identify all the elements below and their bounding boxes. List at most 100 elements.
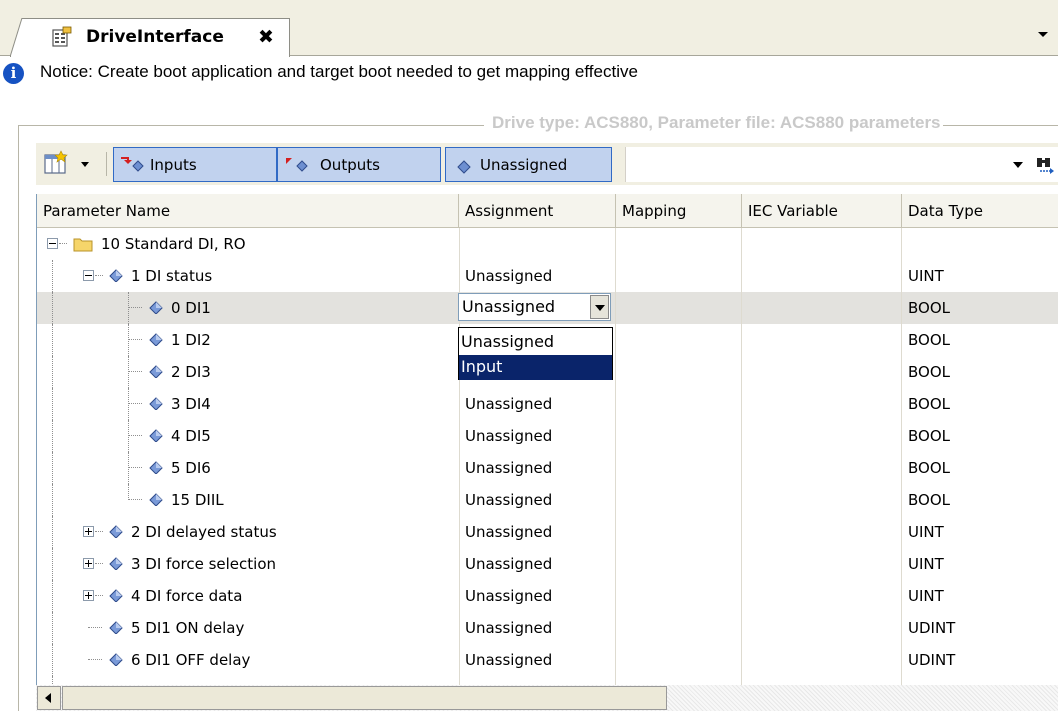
assignment-cell[interactable]: Unassigned [459,420,616,452]
parameter-name-cell: 4 DI force data [37,580,459,612]
data-type-cell: UINT [908,523,944,541]
parameter-name-label: 2 DI delayed status [131,523,277,541]
iec-variable-cell[interactable] [742,292,902,324]
tree-connector [59,243,67,244]
assignment-cell[interactable]: Unassigned [459,580,616,612]
table-row[interactable]: 2 DI delayed status Unassigned UINT [37,516,1058,548]
tab-title: DriveInterface [86,27,224,47]
tab-list-dropdown-icon[interactable] [1036,27,1050,41]
expand-icon[interactable] [83,590,94,601]
assignment-cell[interactable]: Unassigned [459,516,616,548]
data-type-cell: UDINT [902,676,1058,685]
parameter-icon [149,333,163,346]
table-row[interactable]: 3 DI force selection Unassigned UINT [37,548,1058,580]
table-row[interactable]: 15 DIIL Unassigned BOOL [37,484,1058,516]
outputs-filter-button[interactable]: Outputs [277,147,441,182]
scroll-left-button[interactable] [37,686,61,710]
table-row[interactable]: 7 DI2 ON delayUnassigned UDINT [37,676,1058,685]
column-header-assignment[interactable]: Assignment [459,194,616,228]
collapse-icon[interactable] [83,270,94,281]
iec-variable-cell[interactable] [742,356,902,388]
unassigned-filter-button[interactable]: Unassigned [445,147,612,182]
assignment-cell[interactable]: Unassigned [459,452,616,484]
collapse-icon[interactable] [47,238,58,249]
table-row[interactable]: 1 DI status Unassigned UINT [37,260,1058,292]
parameter-name-cell: 3 DI4 [37,388,459,420]
binoculars-icon[interactable] [1034,153,1056,175]
parameter-icon [109,269,123,282]
assignment-cell[interactable]: Unassigned [459,484,616,516]
column-chooser-icon[interactable] [41,149,101,179]
tree-guide [52,516,53,548]
dropdown-option-unassigned[interactable]: Unassigned [459,330,612,355]
parameter-name-cell: 15 DIIL [37,484,459,516]
column-header-data-type[interactable]: Data Type [902,194,1058,228]
parameter-icon [457,160,471,174]
assignment-cell[interactable]: Unassigned [459,388,616,420]
parameter-name-cell: 1 DI2 [37,324,459,356]
iec-variable-cell[interactable] [742,260,902,292]
iec-variable-cell[interactable] [742,388,902,420]
notice-text: Notice: Create boot application and targ… [40,62,638,81]
assignment-cell[interactable]: Unassigned [459,260,616,292]
tree-guide [128,388,129,420]
expand-icon[interactable] [83,526,94,537]
drive-type-caption: Drive type: ACS880, Parameter file: ACS8… [484,113,943,133]
assignment-cell[interactable]: Unassigned [459,644,616,676]
parameter-icon [149,365,163,378]
assignment-cell[interactable]: Unassigned [459,676,616,685]
inputs-filter-label: Inputs [150,156,197,174]
tree-guide [52,324,53,356]
search-history-dropdown-icon[interactable] [1013,161,1023,169]
table-row[interactable]: 4 DI force data Unassigned UINT [37,580,1058,612]
filter-search-input[interactable] [625,147,1058,182]
iec-variable-cell[interactable] [742,548,902,580]
data-type-cell [902,228,1058,260]
expand-icon[interactable] [83,558,94,569]
iec-variable-cell[interactable] [742,324,902,356]
inputs-filter-button[interactable]: Inputs [113,147,277,182]
iec-variable-cell[interactable] [742,516,902,548]
close-icon[interactable]: ✖ [258,25,274,49]
column-header-mapping[interactable]: Mapping [616,194,742,228]
tree-connector [128,467,142,468]
assignment-cell[interactable]: Unassigned [459,548,616,580]
iec-variable-cell[interactable] [742,484,902,516]
data-type-cell: UDINT [908,619,956,637]
data-type-cell: BOOL [908,363,950,381]
group-border-left [18,125,19,711]
table-row[interactable]: 6 DI1 OFF delay Unassigned UDINT [37,644,1058,676]
tree-guide [128,420,129,452]
scrollbar-thumb[interactable] [62,686,667,710]
dropdown-option-input[interactable]: Input [459,355,612,380]
table-row[interactable]: 10 Standard DI, RO [37,228,1058,260]
column-header-iec-variable[interactable]: IEC Variable [742,194,902,228]
parameter-name-label: 5 DI1 ON delay [131,619,245,637]
assignment-cell[interactable]: Unassigned [459,612,616,644]
table-row[interactable]: 4 DI5 Unassigned BOOL [37,420,1058,452]
table-row[interactable]: 3 DI4 Unassigned BOOL [37,388,1058,420]
mapping-cell [616,612,742,644]
tree-guide [128,484,129,500]
column-header-parameter-name[interactable]: Parameter Name [37,194,459,228]
iec-variable-cell[interactable] [742,612,902,644]
table-row[interactable]: 5 DI6 Unassigned BOOL [37,452,1058,484]
parameter-name-cell: 3 DI force selection [37,548,459,580]
mapping-cell [616,420,742,452]
iec-variable-cell[interactable] [742,676,902,685]
assignment-cell[interactable] [459,228,616,260]
iec-variable-cell[interactable] [742,420,902,452]
tree-connector [95,275,103,276]
iec-variable-cell[interactable] [742,580,902,612]
parameter-name-cell: 5 DI1 ON delay [37,612,459,644]
iec-variable-cell[interactable] [742,228,902,260]
mapping-cell [616,548,742,580]
tree-connector [128,339,142,340]
combobox-dropdown-button[interactable] [590,295,609,319]
data-type-cell: BOOL [908,331,950,349]
tree-connector [95,595,103,596]
iec-variable-cell[interactable] [742,452,902,484]
table-row[interactable]: 5 DI1 ON delay Unassigned UDINT [37,612,1058,644]
iec-variable-cell[interactable] [742,644,902,676]
mapping-cell [616,228,742,260]
